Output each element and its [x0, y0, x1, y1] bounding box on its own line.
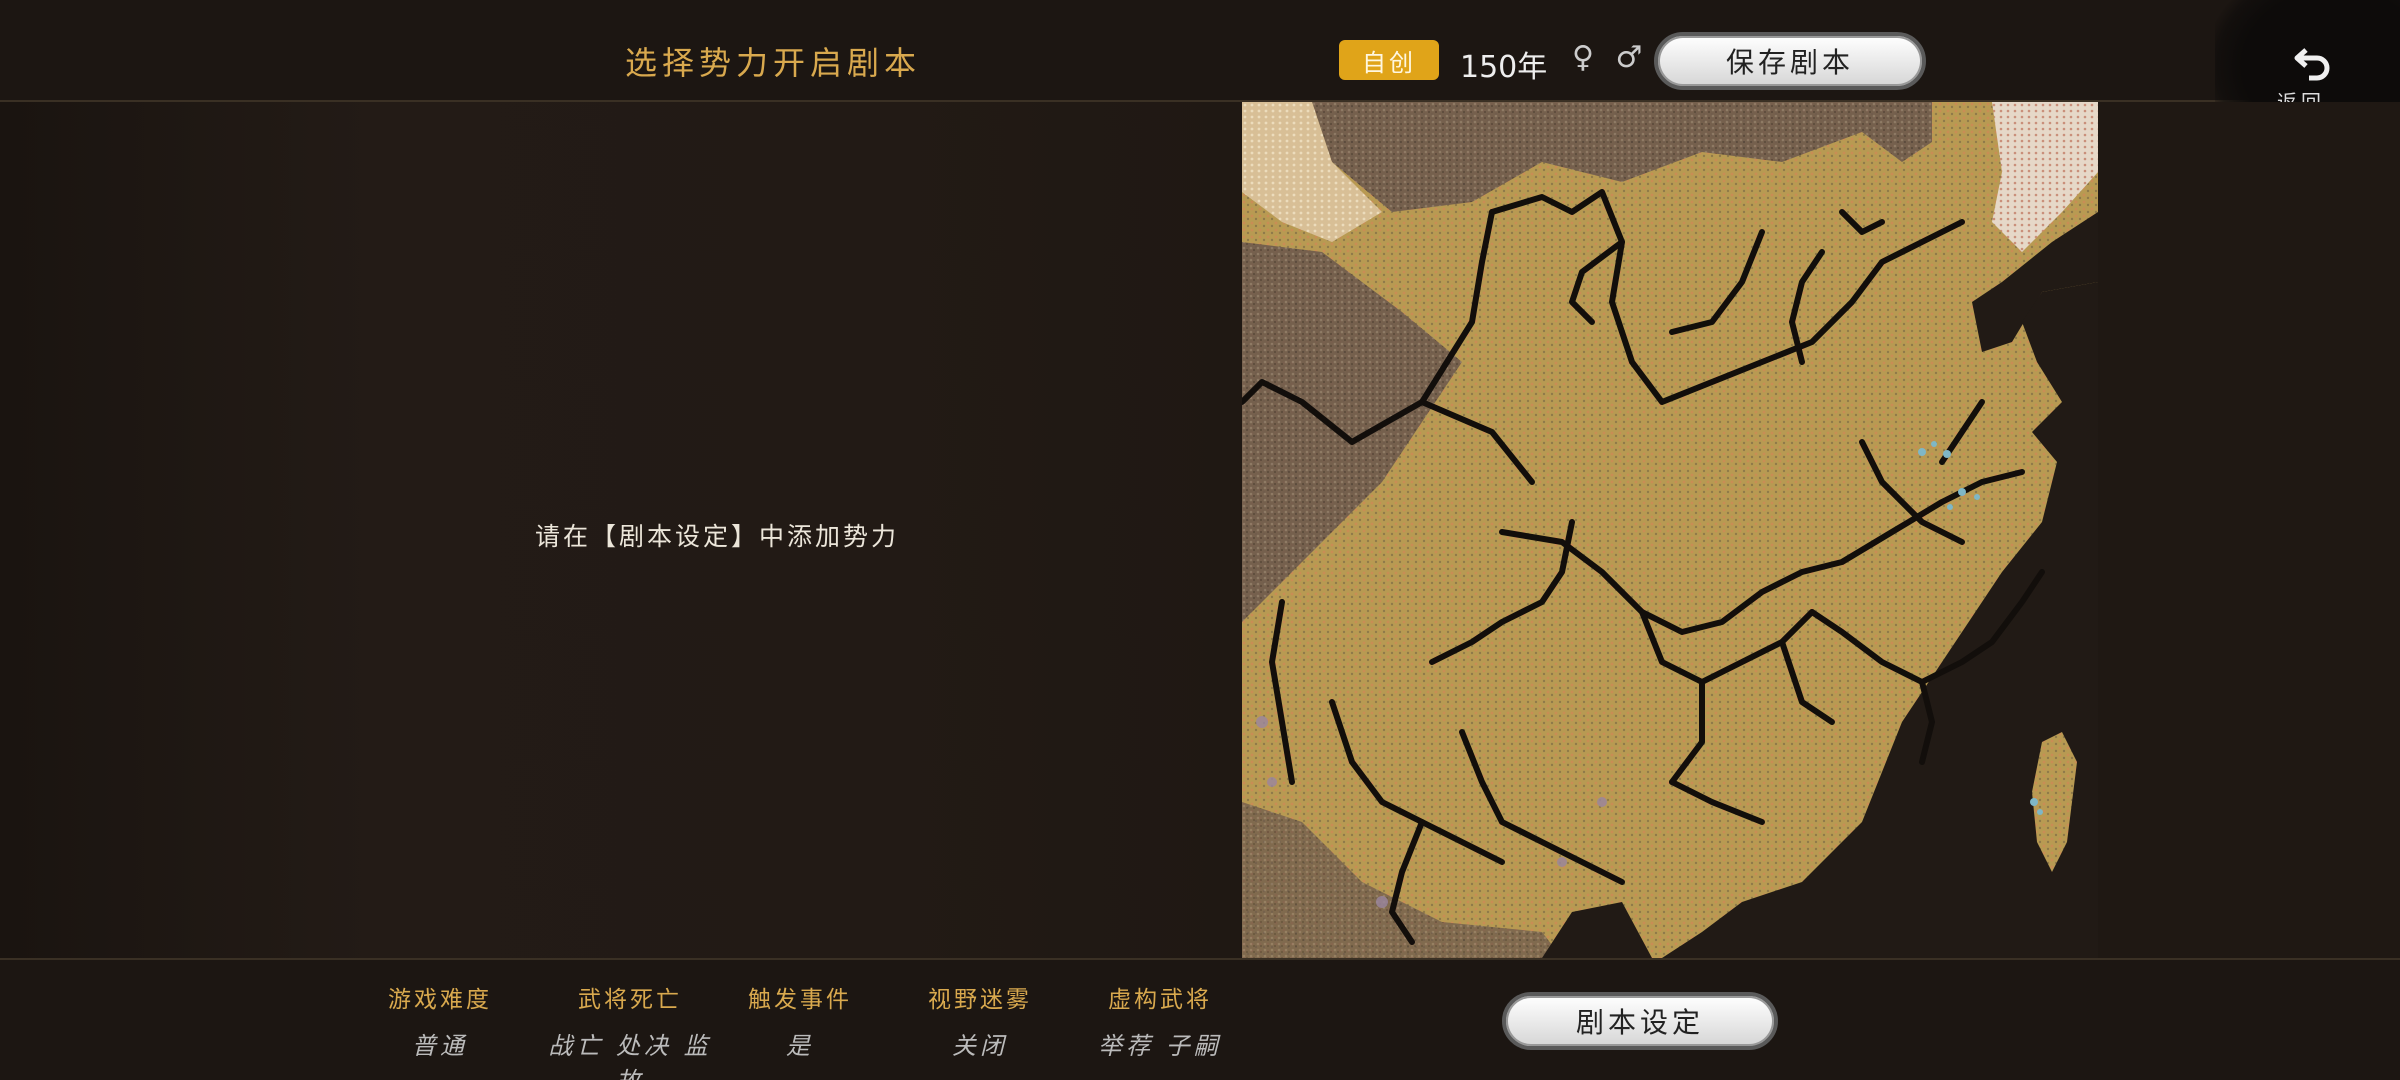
- setting-fog-of-war[interactable]: 视野迷雾 关闭: [900, 980, 1060, 1061]
- china-terrain-map: [1242, 102, 2098, 958]
- setting-general-death[interactable]: 武将死亡 战亡 处决 监故: [540, 980, 720, 1080]
- setting-label: 武将死亡: [578, 987, 682, 1013]
- setting-value: 举荐 子嗣: [1098, 1032, 1222, 1060]
- gender-icon[interactable]: ♀ ♂: [1572, 40, 1648, 75]
- setting-events[interactable]: 触发事件 是: [720, 980, 880, 1061]
- scenario-settings-button[interactable]: 剧本设定: [1502, 992, 1778, 1050]
- year-label: 150年: [1460, 50, 1548, 85]
- map-view[interactable]: [1242, 102, 2098, 958]
- setting-value: 普通: [412, 1032, 468, 1060]
- custom-badge: 自创: [1339, 40, 1439, 80]
- setting-fictional-generals[interactable]: 虚构武将 举荐 子嗣: [1080, 980, 1240, 1061]
- setting-label: 游戏难度: [388, 987, 492, 1013]
- setting-value: 是: [786, 1032, 814, 1060]
- setting-label: 触发事件: [748, 987, 852, 1013]
- setting-difficulty[interactable]: 游戏难度 普通: [360, 980, 520, 1061]
- top-bar: [0, 0, 2400, 102]
- setting-value: 战亡 处决 监故: [548, 1032, 712, 1080]
- setting-label: 虚构武将: [1108, 987, 1212, 1013]
- page-title: 选择势力开启剧本: [625, 44, 922, 82]
- save-scenario-button[interactable]: 保存剧本: [1654, 32, 1926, 90]
- right-side-panel: [2098, 102, 2400, 958]
- empty-faction-hint: 请在【剧本设定】中添加势力: [535, 522, 900, 551]
- undo-arrow-icon: [2294, 48, 2330, 81]
- setting-value: 关闭: [952, 1032, 1008, 1060]
- setting-label: 视野迷雾: [928, 987, 1032, 1013]
